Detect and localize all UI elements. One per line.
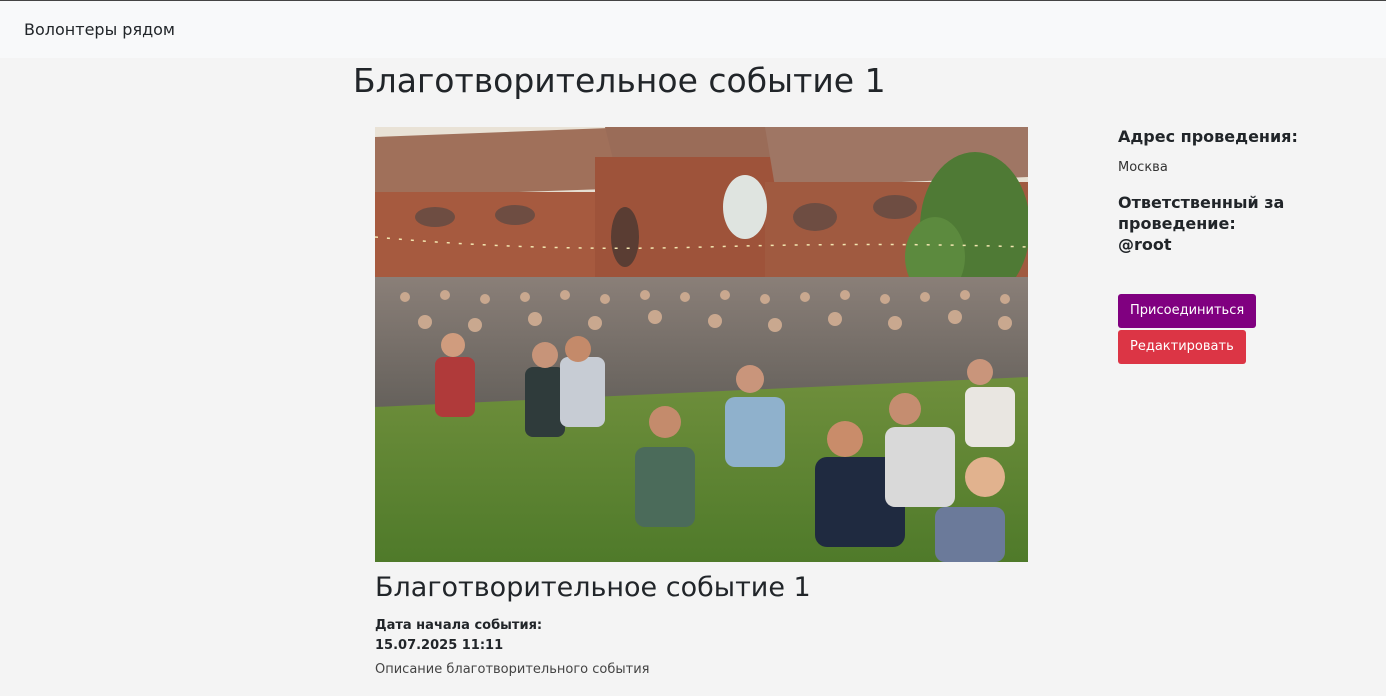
- brand-link[interactable]: Волонтеры рядом: [24, 20, 175, 39]
- navbar: Волонтеры рядом: [0, 0, 1386, 58]
- event-image: [375, 127, 1028, 562]
- responsible-block: Ответственный за проведение: @root: [1118, 192, 1318, 255]
- page-title: Благотворительное событие 1: [353, 61, 886, 100]
- event-date-value: 15.07.2025 11:11: [375, 638, 504, 653]
- event-description: Описание благотворительного события: [375, 662, 650, 677]
- event-sidebar: Адрес проведения: Москва Ответственный з…: [1118, 126, 1358, 255]
- address-value: Москва: [1118, 160, 1168, 175]
- address-heading: Адрес проведения:: [1118, 127, 1298, 146]
- responsible-user: @root: [1118, 235, 1172, 254]
- join-button[interactable]: Присоединиться: [1118, 294, 1257, 328]
- event-title: Благотворительное событие 1: [375, 572, 811, 603]
- event-date-label: Дата начала события:: [375, 618, 543, 633]
- edit-button[interactable]: Редактировать: [1118, 330, 1246, 364]
- responsible-heading: Ответственный за проведение:: [1118, 193, 1285, 233]
